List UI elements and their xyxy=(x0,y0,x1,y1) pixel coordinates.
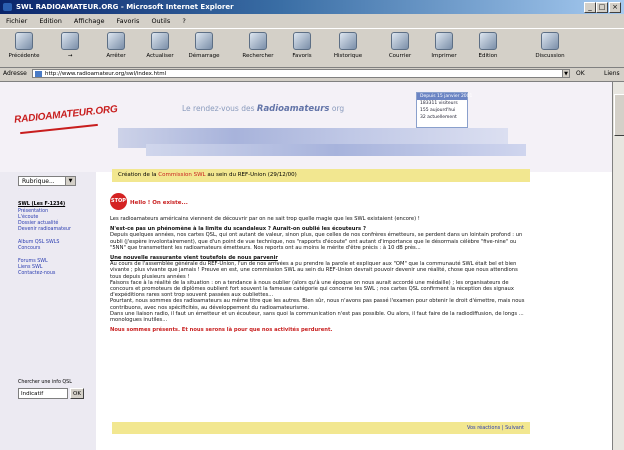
menu-affichage[interactable]: Affichage xyxy=(74,17,105,25)
favorites-button[interactable]: Favoris xyxy=(280,32,324,64)
stop-button[interactable]: Arrêter xyxy=(94,32,138,64)
favorites-icon xyxy=(293,32,311,50)
paragraph-5: Pourtant, nous sommes des radioamateurs … xyxy=(110,298,525,311)
minimize-button[interactable]: _ xyxy=(584,2,596,13)
menu-edition[interactable]: Edition xyxy=(39,17,62,25)
search-label: Chercher une info QSL xyxy=(18,380,72,385)
article-title-bar: Création de la Commission SWL au sein du… xyxy=(112,169,530,182)
hello-heading: Hello ! On existe... xyxy=(130,200,188,206)
ie-logo-icon xyxy=(3,3,12,11)
paragraph-4: Faisons face à la réalité de la situatio… xyxy=(110,279,514,299)
print-icon xyxy=(435,32,453,50)
site-header: RADIOAMATEUR.ORG Le rendez-vous des Radi… xyxy=(0,82,612,172)
address-url: http://www.radioamateur.org/swl/index.ht… xyxy=(45,71,167,77)
logo-text: RADIOAMATEUR.ORG xyxy=(13,103,119,126)
sidebar-section-title[interactable]: SWL (Les F-1234) xyxy=(18,202,65,208)
history-button[interactable]: Historique xyxy=(326,32,370,64)
go-button[interactable]: OK xyxy=(576,67,585,81)
address-input[interactable]: http://www.radioamateur.org/swl/index.ht… xyxy=(32,69,568,78)
history-icon xyxy=(339,32,357,50)
search-icon xyxy=(249,32,267,50)
address-dropdown-icon[interactable]: ▼ xyxy=(562,69,570,78)
stop-icon xyxy=(107,32,125,50)
back-button[interactable]: Précédente xyxy=(2,32,46,64)
site-tagline: Le rendez-vous des Radioamateurs org xyxy=(182,104,345,114)
page-viewport: RADIOAMATEUR.ORG Le rendez-vous des Radi… xyxy=(0,82,612,450)
menu-help[interactable]: ? xyxy=(182,17,185,25)
menu-fichier[interactable]: Fichier xyxy=(6,17,27,25)
edit-button[interactable]: Edition xyxy=(466,32,510,64)
paragraph-6: Dans une liaison radio, il faut un émett… xyxy=(110,310,524,324)
title-bar: SWL RADIOAMATEUR.ORG - Microsoft Interne… xyxy=(0,0,624,14)
discuss-button[interactable]: Discussion xyxy=(528,32,572,64)
scrollbar-thumb[interactable] xyxy=(614,94,624,136)
home-button[interactable]: Démarrage xyxy=(182,32,226,64)
visitor-counter: Depuis 15 janvier 2001 183311 visiteurs … xyxy=(416,92,472,128)
address-label: Adresse xyxy=(3,70,27,77)
maximize-button[interactable]: □ xyxy=(596,2,608,13)
rubrique-select[interactable]: Rubrique... ▼ xyxy=(18,176,76,186)
sidebar: Rubrique... ▼ SWL (Les F-1234) Présentat… xyxy=(0,172,96,450)
sidebar-item-contact[interactable]: Contactez-nous xyxy=(18,271,55,277)
menu-outils[interactable]: Outils xyxy=(151,17,170,25)
window-title: SWL RADIOAMATEUR.ORG - Microsoft Interne… xyxy=(16,3,234,11)
close-button[interactable]: × xyxy=(609,2,621,13)
vertical-scrollbar[interactable] xyxy=(612,82,624,450)
paragraph-3: Au cours de l'assemblée générale du REF-… xyxy=(110,261,518,280)
logo-underline xyxy=(20,123,98,135)
search-input[interactable]: Indicatif xyxy=(18,388,68,399)
mail-icon xyxy=(391,32,409,50)
paragraph-1: Les radioamateurs américains viennent de… xyxy=(110,216,420,222)
edit-icon xyxy=(479,32,497,50)
stop-sign-icon: STOP xyxy=(110,193,127,210)
back-arrow-icon xyxy=(15,32,33,50)
home-icon xyxy=(195,32,213,50)
address-bar: Adresse http://www.radioamateur.org/swl/… xyxy=(0,67,624,82)
menu-bar: Fichier Edition Affichage Favoris Outils… xyxy=(0,15,624,27)
forward-arrow-icon xyxy=(61,32,79,50)
sidebar-item-concours[interactable]: Concours xyxy=(18,246,40,252)
paragraph-2: Depuis quelques années, nos cartes QSL, … xyxy=(110,232,523,251)
site-logo[interactable]: RADIOAMATEUR.ORG xyxy=(13,100,119,136)
browser-window: SWL RADIOAMATEUR.ORG - Microsoft Interne… xyxy=(0,0,624,450)
search-ok-button[interactable]: OK xyxy=(70,388,84,399)
header-banner-strip xyxy=(146,144,526,156)
chevron-down-icon: ▼ xyxy=(65,177,75,185)
commission-link[interactable]: Commission SWL xyxy=(158,172,205,178)
closing-statement: Nous sommes présents. Et nous serons là … xyxy=(110,327,333,334)
sidebar-item-devenir[interactable]: Devenir radioamateur xyxy=(18,227,71,233)
mail-button[interactable]: Courrier xyxy=(378,32,422,64)
footer-links[interactable]: Vos réactions | Suivant xyxy=(467,425,524,431)
article-body: Les radioamateurs américains viennent de… xyxy=(110,216,528,337)
page-icon xyxy=(35,71,42,77)
search-button[interactable]: Rechercher xyxy=(236,32,280,64)
forward-button[interactable]: → xyxy=(48,32,92,64)
refresh-icon xyxy=(151,32,169,50)
menu-favoris[interactable]: Favoris xyxy=(117,17,140,25)
print-button[interactable]: Imprimer xyxy=(422,32,466,64)
article-footer-bar: Vos réactions | Suivant xyxy=(112,422,530,434)
discuss-icon xyxy=(541,32,559,50)
refresh-button[interactable]: Actualiser xyxy=(138,32,182,64)
toolbar: Précédente → Arrêter Actualiser Démarrag… xyxy=(0,28,624,68)
links-button[interactable]: Liens xyxy=(604,67,620,81)
